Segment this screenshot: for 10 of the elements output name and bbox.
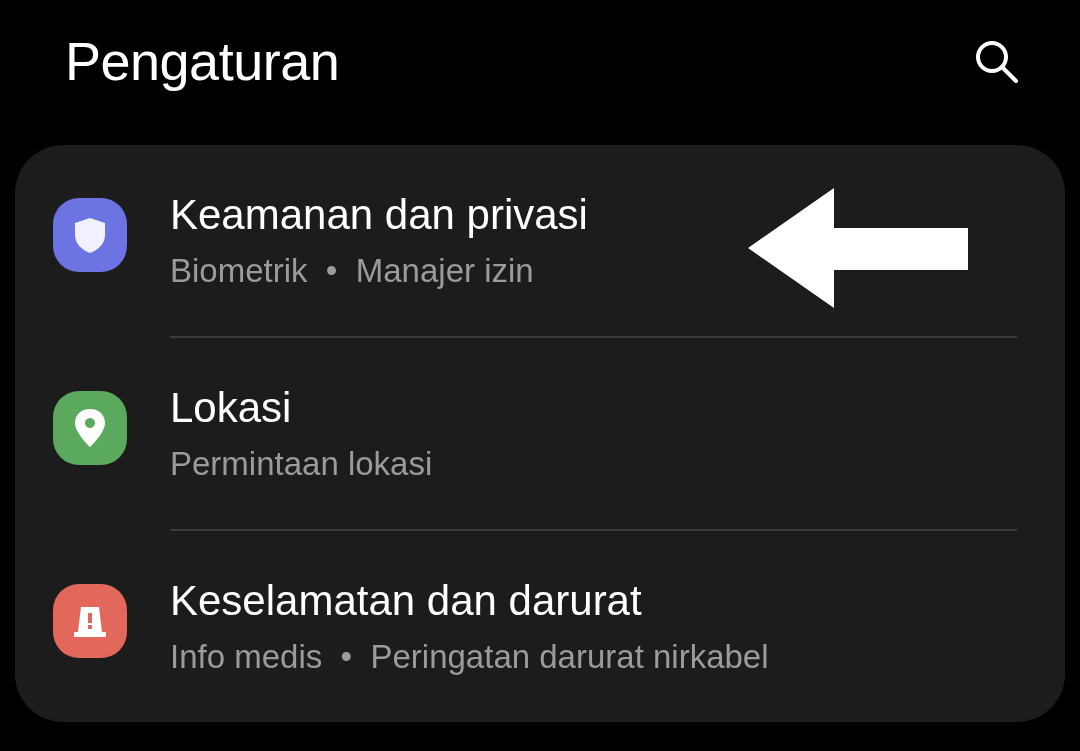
settings-item[interactable]: Keselamatan dan darurat Info medis • Peringatan darurat nirkabel <box>15 531 1065 722</box>
item-subtitle: Permintaan lokasi <box>170 443 433 484</box>
item-title: Lokasi <box>170 382 293 433</box>
settings-item[interactable]: Lokasi Permintaan lokasi <box>15 338 1065 529</box>
item-subtitle: Biometrik • Manajer izin <box>170 250 535 291</box>
item-subtitle: Info medis • Peringatan darurat nirkabel <box>170 636 769 677</box>
settings-item[interactable]: Keamanan dan privasi Biometrik • Manajer izin <box>15 145 1065 336</box>
page-title: Pengaturan <box>65 30 340 92</box>
item-title: Keamanan dan privasi <box>170 189 588 240</box>
item-title: Keselamatan dan darurat <box>170 575 643 626</box>
